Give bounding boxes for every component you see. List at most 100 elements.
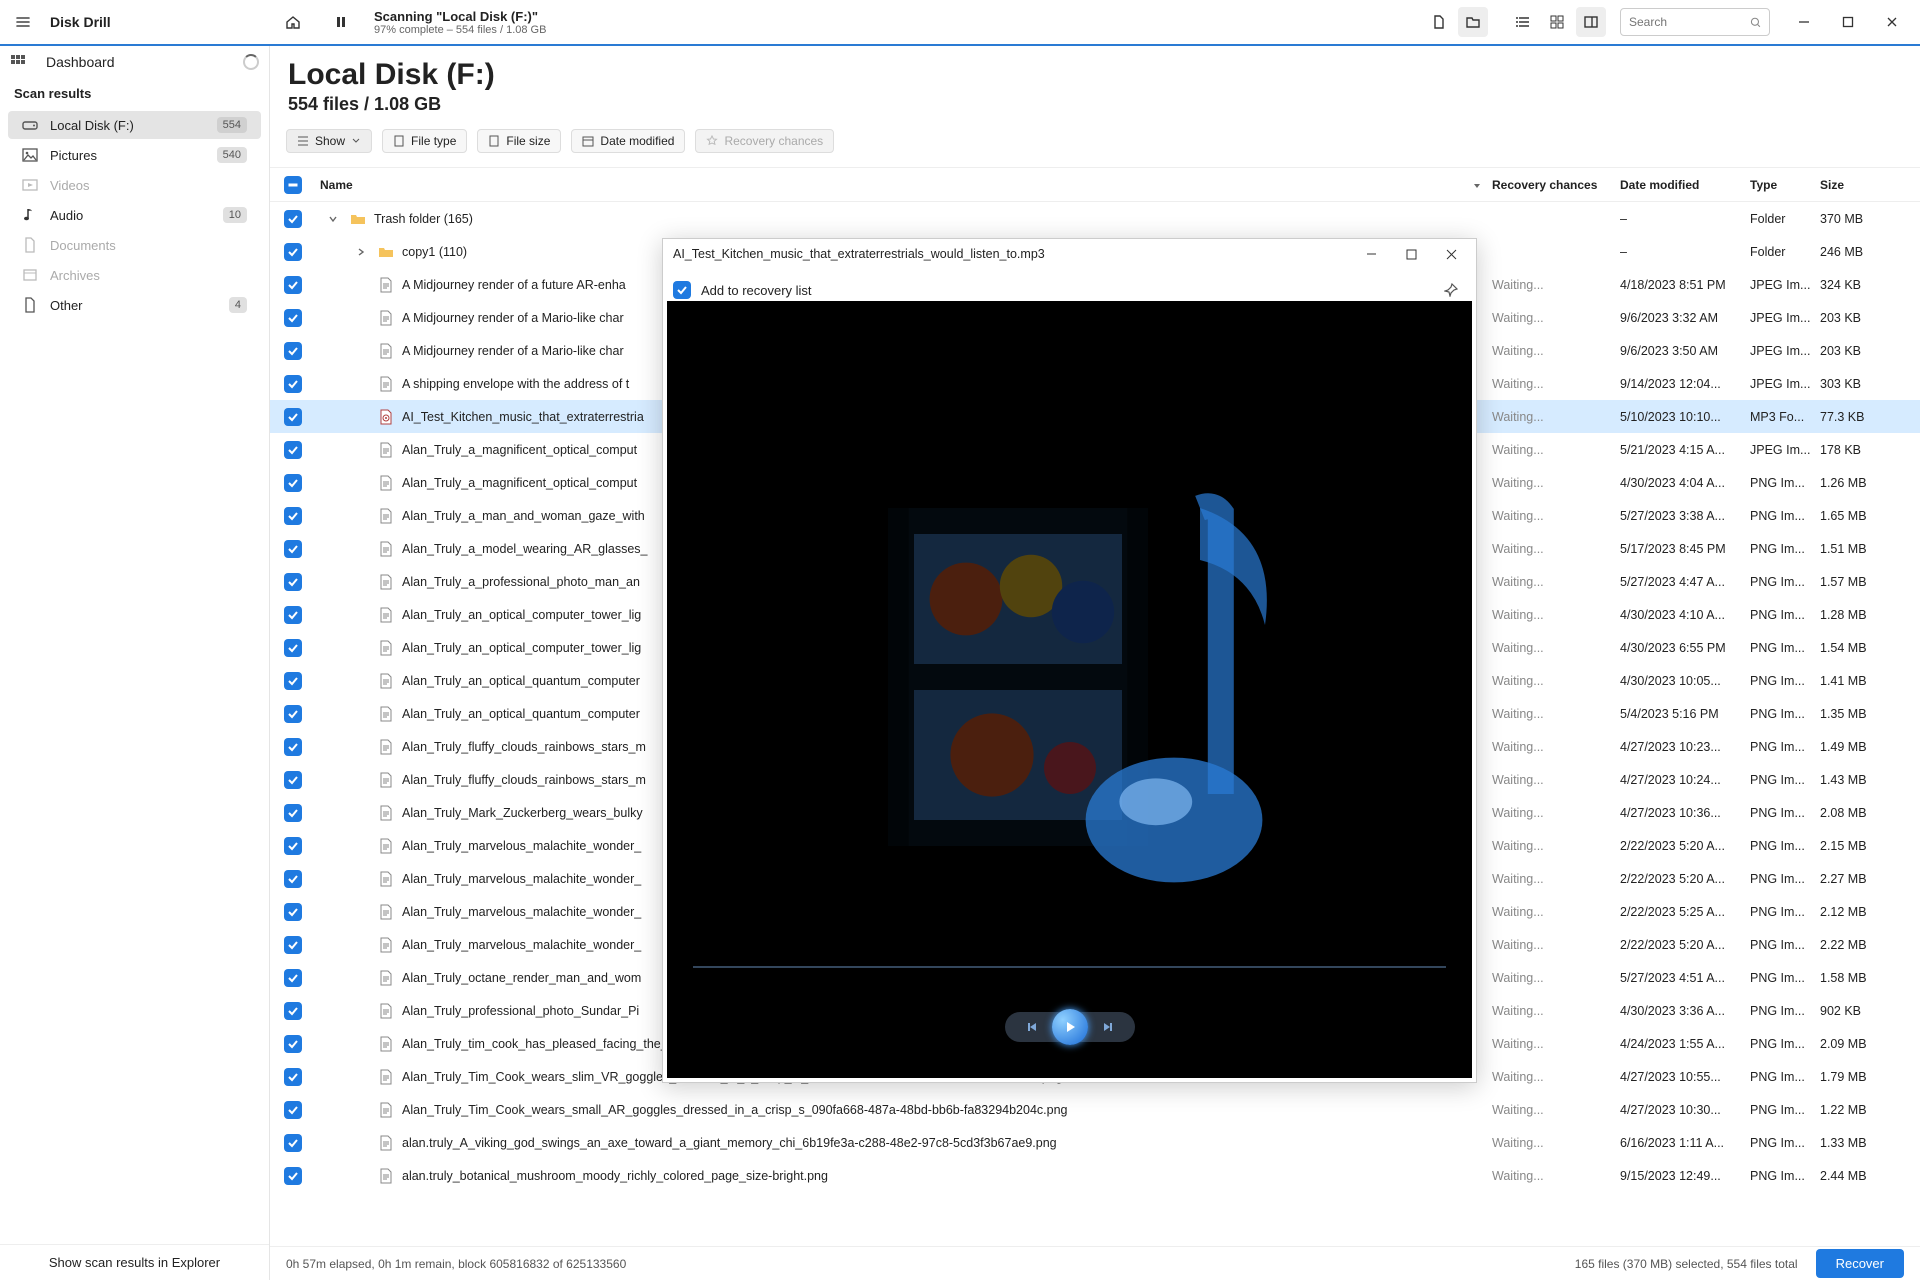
cell-date: 4/30/2023 10:05... [1620,674,1750,688]
row-checkbox[interactable] [284,837,302,855]
col-recovery[interactable]: Recovery chances [1492,178,1620,192]
cell-date: 4/27/2023 10:23... [1620,740,1750,754]
row-checkbox[interactable] [284,309,302,327]
maximize-button[interactable] [1828,2,1868,42]
row-checkbox[interactable] [284,540,302,558]
row-checkbox[interactable] [284,1068,302,1086]
row-checkbox[interactable] [284,243,302,261]
cell-date: 4/27/2023 10:55... [1620,1070,1750,1084]
cell-type: PNG Im... [1750,509,1820,523]
grid-view-icon[interactable] [1542,7,1572,37]
col-name[interactable]: Name [316,178,1472,192]
file-name: A Midjourney render of a future AR-enha [402,278,626,292]
col-type[interactable]: Type [1750,178,1820,192]
row-checkbox[interactable] [284,1035,302,1053]
row-checkbox[interactable] [284,1002,302,1020]
sidebar-item-local-disk-f-[interactable]: Local Disk (F:)554 [8,111,261,139]
menu-icon[interactable] [8,7,38,37]
sidebar-dashboard[interactable]: Dashboard [46,54,115,70]
preview-close-button[interactable] [1436,239,1466,269]
sidebar-item-documents[interactable]: Documents [8,231,261,259]
sort-arrow-down-icon[interactable] [1472,180,1482,190]
select-all-checkbox[interactable] [284,176,302,194]
filter-file-type[interactable]: File type [382,129,467,153]
row-checkbox[interactable] [284,375,302,393]
row-checkbox[interactable] [284,639,302,657]
close-button[interactable] [1872,2,1912,42]
cell-size: 2.22 MB [1820,938,1902,952]
search-input[interactable] [1620,8,1770,36]
row-checkbox[interactable] [284,1134,302,1152]
row-checkbox[interactable] [284,210,302,228]
cell-date: 2/22/2023 5:20 A... [1620,872,1750,886]
cell-type: JPEG Im... [1750,278,1820,292]
row-checkbox[interactable] [284,1101,302,1119]
cell-type: PNG Im... [1750,1169,1820,1183]
row-checkbox[interactable] [284,606,302,624]
cell-date: 5/10/2023 10:10... [1620,410,1750,424]
table-row[interactable]: Alan_Truly_Tim_Cook_wears_small_AR_goggl… [270,1093,1920,1126]
sidebar-item-other[interactable]: Other4 [8,291,261,319]
row-checkbox[interactable] [284,342,302,360]
preview-maximize-button[interactable] [1396,239,1426,269]
file-name: Alan_Truly_a_model_wearing_AR_glasses_ [402,542,648,556]
row-checkbox[interactable] [284,474,302,492]
filter-file-size[interactable]: File size [477,129,561,153]
row-checkbox[interactable] [284,936,302,954]
prev-track-icon[interactable] [1026,1021,1038,1033]
folder-icon [350,211,366,227]
sidebar-item-audio[interactable]: Audio10 [8,201,261,229]
row-checkbox[interactable] [284,573,302,591]
cell-date: 4/27/2023 10:36... [1620,806,1750,820]
expander-icon[interactable] [328,214,342,224]
row-checkbox[interactable] [284,771,302,789]
doc-icon [378,1168,394,1184]
sidebar-item-archives[interactable]: Archives [8,261,261,289]
panel-toggle-icon[interactable] [1576,7,1606,37]
row-checkbox[interactable] [284,738,302,756]
row-checkbox[interactable] [284,276,302,294]
row-checkbox[interactable] [284,408,302,426]
drive-icon [22,117,38,133]
col-date[interactable]: Date modified [1620,178,1750,192]
next-track-icon[interactable] [1102,1021,1114,1033]
progress-bar[interactable] [693,966,1446,968]
sidebar-item-pictures[interactable]: Pictures540 [8,141,261,169]
cell-recovery: Waiting... [1492,773,1620,787]
row-checkbox[interactable] [284,705,302,723]
row-checkbox[interactable] [284,672,302,690]
table-row[interactable]: alan.truly_botanical_mushroom_moody_rich… [270,1159,1920,1192]
expander-icon[interactable] [356,247,370,257]
list-view-icon[interactable] [1508,7,1538,37]
filter-recovery-chances[interactable]: Recovery chances [695,129,834,153]
doc-icon [378,739,394,755]
filter-date-modified[interactable]: Date modified [571,129,685,153]
row-checkbox[interactable] [284,903,302,921]
file-name: alan.truly_A_viking_god_swings_an_axe_to… [402,1136,1057,1150]
row-checkbox[interactable] [284,507,302,525]
row-checkbox[interactable] [284,441,302,459]
recover-button[interactable]: Recover [1816,1249,1904,1278]
row-checkbox[interactable] [284,804,302,822]
file-icon [393,135,405,147]
cell-date: 2/22/2023 5:20 A... [1620,938,1750,952]
minimize-button[interactable] [1784,2,1824,42]
sidebar-item-videos[interactable]: Videos [8,171,261,199]
col-size[interactable]: Size [1820,178,1902,192]
row-checkbox[interactable] [284,969,302,987]
row-checkbox[interactable] [284,870,302,888]
table-row[interactable]: alan.truly_A_viking_god_swings_an_axe_to… [270,1126,1920,1159]
table-row[interactable]: Trash folder (165)–Folder370 MB [270,202,1920,235]
preview-minimize-button[interactable] [1356,239,1386,269]
pause-icon[interactable] [326,7,356,37]
folder-icon[interactable] [1458,7,1488,37]
cell-date: 5/21/2023 4:15 A... [1620,443,1750,457]
home-icon[interactable] [278,7,308,37]
add-to-recovery-checkbox[interactable] [673,281,691,299]
file-name: Alan_Truly_marvelous_malachite_wonder_ [402,905,641,919]
play-button[interactable] [1052,1009,1088,1045]
show-in-explorer-link[interactable]: Show scan results in Explorer [0,1244,269,1280]
show-dropdown[interactable]: Show [286,129,372,153]
row-checkbox[interactable] [284,1167,302,1185]
file-icon[interactable] [1424,7,1454,37]
